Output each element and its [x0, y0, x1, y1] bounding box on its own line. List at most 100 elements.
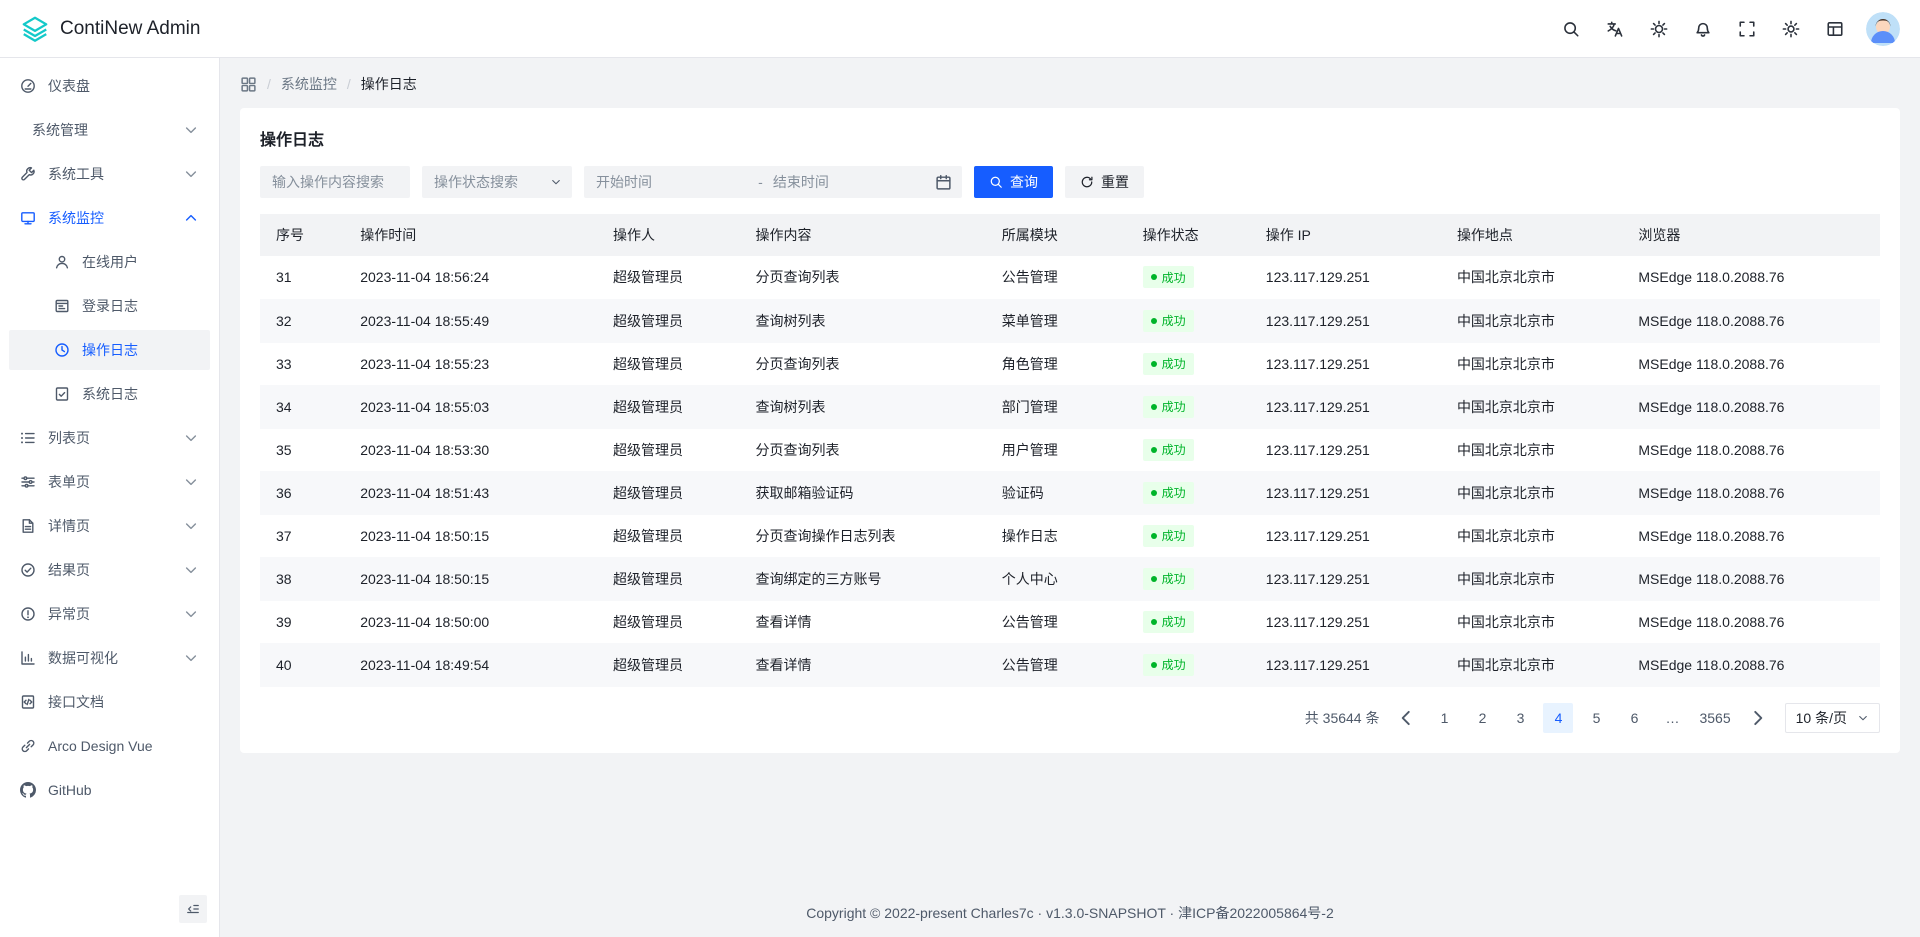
- sidebar-item-api-docs[interactable]: 接口文档: [9, 682, 210, 722]
- pagination-page-1[interactable]: 1: [1429, 703, 1459, 733]
- sidebar-item-exception-pages[interactable]: 异常页: [9, 594, 210, 634]
- settings-button[interactable]: [1774, 12, 1808, 46]
- sidebar-item-data-visualization[interactable]: 数据可视化: [9, 638, 210, 678]
- cell-seq: 32: [260, 299, 344, 342]
- collapse-sidebar-button[interactable]: [179, 895, 207, 923]
- cell-ip: 123.117.129.251: [1250, 299, 1441, 342]
- pagination-page-6[interactable]: 6: [1619, 703, 1649, 733]
- date-range-separator: -: [758, 174, 763, 190]
- cell-browser: MSEdge 118.0.2088.76: [1622, 600, 1880, 643]
- cell-module: 操作日志: [986, 514, 1127, 557]
- cell-time: 2023-11-04 18:55:49: [344, 299, 597, 342]
- fullscreen-button[interactable]: [1730, 12, 1764, 46]
- apps-icon[interactable]: [240, 76, 257, 93]
- page-size-select[interactable]: 10 条/页: [1785, 703, 1880, 733]
- filter-bar: 操作状态搜索 开始时间 - 结束时间 查询 重置: [260, 166, 1880, 198]
- cell-operator: 超级管理员: [597, 600, 740, 643]
- sidebar-item-system-management[interactable]: 系统管理: [9, 110, 210, 150]
- sidebar-item-label: Arco Design Vue: [48, 738, 199, 754]
- cell-time: 2023-11-04 18:56:24: [344, 256, 597, 299]
- pagination-page-3[interactable]: 3: [1505, 703, 1535, 733]
- sidebar-item-dashboard[interactable]: 仪表盘: [9, 66, 210, 106]
- pagination-prev-button[interactable]: [1391, 703, 1421, 733]
- operation-status-select[interactable]: 操作状态搜索: [422, 166, 572, 198]
- cell-module: 部门管理: [986, 385, 1127, 428]
- cell-seq: 38: [260, 557, 344, 600]
- notifications-button[interactable]: [1686, 12, 1720, 46]
- search-button[interactable]: 查询: [974, 166, 1053, 198]
- pagination-page-5[interactable]: 5: [1581, 703, 1611, 733]
- cell-seq: 34: [260, 385, 344, 428]
- cell-browser: MSEdge 118.0.2088.76: [1622, 557, 1880, 600]
- avatar[interactable]: [1866, 12, 1900, 46]
- cell-content: 查看详情: [740, 600, 986, 643]
- cell-status: 成功: [1127, 385, 1250, 428]
- table-row: 392023-11-04 18:50:00超级管理员查看详情公告管理成功123.…: [260, 600, 1880, 643]
- cell-ip: 123.117.129.251: [1250, 428, 1441, 471]
- cell-ip: 123.117.129.251: [1250, 342, 1441, 385]
- sidebar-item-label: 数据可视化: [48, 648, 171, 668]
- cell-seq: 37: [260, 514, 344, 557]
- history-icon: [54, 342, 70, 358]
- translate-button[interactable]: [1598, 12, 1632, 46]
- end-date-field[interactable]: 结束时间: [773, 172, 925, 192]
- cell-location: 中国北京北京市: [1441, 256, 1622, 299]
- sidebar-item-detail-pages[interactable]: 详情页: [9, 506, 210, 546]
- reset-button[interactable]: 重置: [1065, 166, 1144, 198]
- sidebar-item-form-pages[interactable]: 表单页: [9, 462, 210, 502]
- sidebar-item-operation-log[interactable]: 操作日志: [9, 330, 210, 370]
- app-logo[interactable]: ContiNew Admin: [20, 14, 200, 44]
- status-badge: 成功: [1143, 525, 1194, 547]
- start-date-field[interactable]: 开始时间: [596, 172, 748, 192]
- column-header: 操作 IP: [1250, 214, 1441, 256]
- sidebar-item-label: 接口文档: [48, 692, 199, 712]
- pagination-page-3565[interactable]: 3565: [1695, 703, 1734, 733]
- main-content: / 系统监控 / 操作日志 操作日志 操作状态搜索 开始时间 - 结束时间 查询: [220, 58, 1920, 937]
- sidebar-item-label: 系统管理: [32, 120, 171, 140]
- cell-browser: MSEdge 118.0.2088.76: [1622, 342, 1880, 385]
- header-action-buttons: [1554, 12, 1852, 46]
- sidebar-item-system-tools[interactable]: 系统工具: [9, 154, 210, 194]
- cell-status: 成功: [1127, 256, 1250, 299]
- table-row: 372023-11-04 18:50:15超级管理员分页查询操作日志列表操作日志…: [260, 514, 1880, 557]
- status-badge: 成功: [1143, 568, 1194, 590]
- sidebar-item-github[interactable]: GitHub: [9, 770, 210, 810]
- sidebar-item-login-log[interactable]: 登录日志: [9, 286, 210, 326]
- pagination-ellipsis[interactable]: …: [1657, 703, 1687, 733]
- sidebar-menu: 仪表盘系统管理系统工具系统监控在线用户登录日志操作日志系统日志列表页表单页详情页…: [0, 58, 219, 885]
- status-dot-icon: [1151, 318, 1157, 324]
- status-dot-icon: [1151, 490, 1157, 496]
- sidebar-item-list-pages[interactable]: 列表页: [9, 418, 210, 458]
- exclamation-circle-icon: [20, 606, 36, 622]
- sidebar-item-label: 结果页: [48, 560, 171, 580]
- cell-seq: 35: [260, 428, 344, 471]
- sidebar-item-result-pages[interactable]: 结果页: [9, 550, 210, 590]
- file-text-icon: [20, 518, 36, 534]
- cell-operator: 超级管理员: [597, 385, 740, 428]
- status-select-placeholder: 操作状态搜索: [434, 172, 518, 192]
- cell-seq: 36: [260, 471, 344, 514]
- sidebar-item-system-monitor[interactable]: 系统监控: [9, 198, 210, 238]
- breadcrumb-item-system-monitor[interactable]: 系统监控: [281, 74, 337, 94]
- search-button[interactable]: [1554, 12, 1588, 46]
- sidebar-item-arco-design-vue[interactable]: Arco Design Vue: [9, 726, 210, 766]
- cell-module: 公告管理: [986, 600, 1127, 643]
- theme-toggle-button[interactable]: [1642, 12, 1676, 46]
- pagination-next-button[interactable]: [1743, 703, 1773, 733]
- sidebar-item-online-users[interactable]: 在线用户: [9, 242, 210, 282]
- chevron-down-icon: [1857, 712, 1869, 724]
- pagination-page-2[interactable]: 2: [1467, 703, 1497, 733]
- api-doc-icon: [20, 694, 36, 710]
- cell-operator: 超级管理员: [597, 514, 740, 557]
- sidebar-item-system-log[interactable]: 系统日志: [9, 374, 210, 414]
- cell-ip: 123.117.129.251: [1250, 471, 1441, 514]
- layout-button[interactable]: [1818, 12, 1852, 46]
- status-badge: 成功: [1143, 353, 1194, 375]
- operation-content-search-input[interactable]: [260, 166, 410, 198]
- search-button-label: 查询: [1010, 172, 1038, 192]
- cell-operator: 超级管理员: [597, 557, 740, 600]
- cell-content: 分页查询列表: [740, 342, 986, 385]
- date-range-picker[interactable]: 开始时间 - 结束时间: [584, 166, 962, 198]
- pagination-page-4[interactable]: 4: [1543, 703, 1573, 733]
- column-header: 操作内容: [740, 214, 986, 256]
